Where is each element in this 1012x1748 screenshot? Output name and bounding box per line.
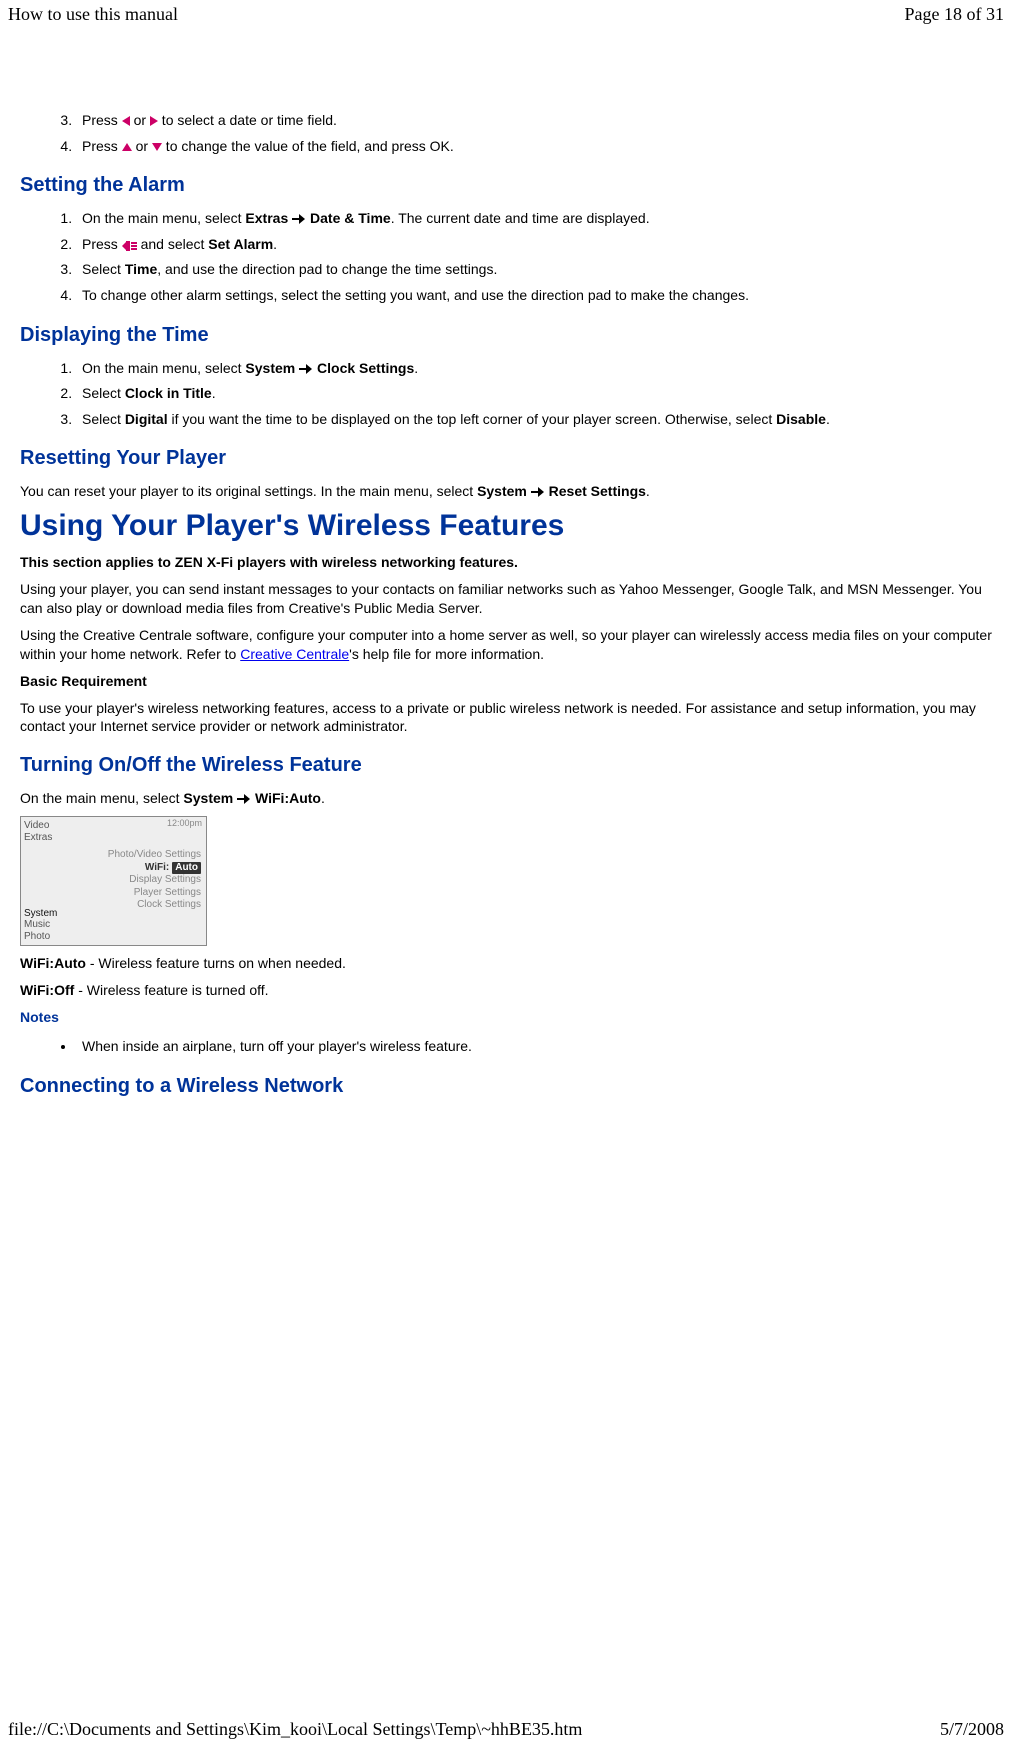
scr-time: 12:00pm [167,818,202,828]
alarm-list: On the main menu, select Extras Date & T… [20,209,992,305]
arrow-right-icon [299,364,313,374]
arrow-right-icon [237,794,251,804]
alarm-step-3: Select Time, and use the direction pad t… [76,260,992,280]
heading-resetting-player: Resetting Your Player [20,447,992,470]
displaytime-step-1: On the main menu, select System Clock Se… [76,359,992,379]
notes-heading: Notes [20,1008,992,1027]
displaytime-step-3: Select Digital if you want the time to b… [76,410,992,430]
intro-step-4: Press or to change the value of the fiel… [76,137,992,157]
alarm-step-2: Press and select Set Alarm. [76,235,992,255]
heading-displaying-time: Displaying the Time [20,324,992,347]
heading-connecting-wireless: Connecting to a Wireless Network [20,1075,992,1098]
header-title: How to use this manual [8,4,178,25]
page-header: How to use this manual Page 18 of 31 [0,0,1012,25]
left-arrow-icon [122,116,130,126]
arrow-right-icon [531,487,545,497]
scr-left-bottom: System Music Photo [24,908,76,943]
heading-setting-alarm: Setting the Alarm [20,174,992,197]
reset-text: You can reset your player to its origina… [20,482,992,501]
player-screenshot: 12:00pm Video Extras Photo/Video Setting… [20,816,207,946]
heading-wireless-features: Using Your Player's Wireless Features [20,509,992,543]
notes-list: When inside an airplane, turn off your p… [20,1037,992,1057]
intro-list: Press or to select a date or time field.… [20,111,992,156]
header-page: Page 18 of 31 [905,4,1004,25]
scr-left-top: Video Extras [24,820,76,843]
right-arrow-icon [150,116,158,126]
wireless-p3: To use your player's wireless networking… [20,699,992,737]
basic-requirement-heading: Basic Requirement [20,672,992,691]
alarm-step-1: On the main menu, select Extras Date & T… [76,209,992,229]
footer-date: 5/7/2008 [940,1719,1004,1740]
down-arrow-icon [152,143,162,151]
wireless-p1: Using your player, you can send instant … [20,580,992,618]
arrow-right-icon [292,214,306,224]
note-1: When inside an airplane, turn off your p… [76,1037,992,1057]
wireless-subheading: This section applies to ZEN X-Fi players… [20,553,992,572]
wifi-instruction: On the main menu, select System WiFi:Aut… [20,789,992,808]
intro-step-3: Press or to select a date or time field. [76,111,992,131]
wifi-auto-desc: WiFi:Auto - Wireless feature turns on wh… [20,954,992,973]
displaytime-step-2: Select Clock in Title. [76,384,992,404]
creative-centrale-link[interactable]: Creative Centrale [240,646,349,662]
context-menu-icon [122,241,137,251]
alarm-step-4: To change other alarm settings, select t… [76,286,992,306]
displaytime-list: On the main menu, select System Clock Se… [20,359,992,430]
footer-path: file://C:\Documents and Settings\Kim_koo… [8,1719,582,1740]
scr-center-menu: Photo/Video Settings WiFi: Auto Display … [77,849,201,912]
page-footer: file://C:\Documents and Settings\Kim_koo… [8,1719,1004,1740]
wireless-p2: Using the Creative Centrale software, co… [20,626,992,664]
wifi-off-desc: WiFi:Off - Wireless feature is turned of… [20,981,992,1000]
heading-turning-wifi: Turning On/Off the Wireless Feature [20,754,992,777]
page-content: Press or to select a date or time field.… [0,25,1012,1098]
up-arrow-icon [122,143,132,151]
